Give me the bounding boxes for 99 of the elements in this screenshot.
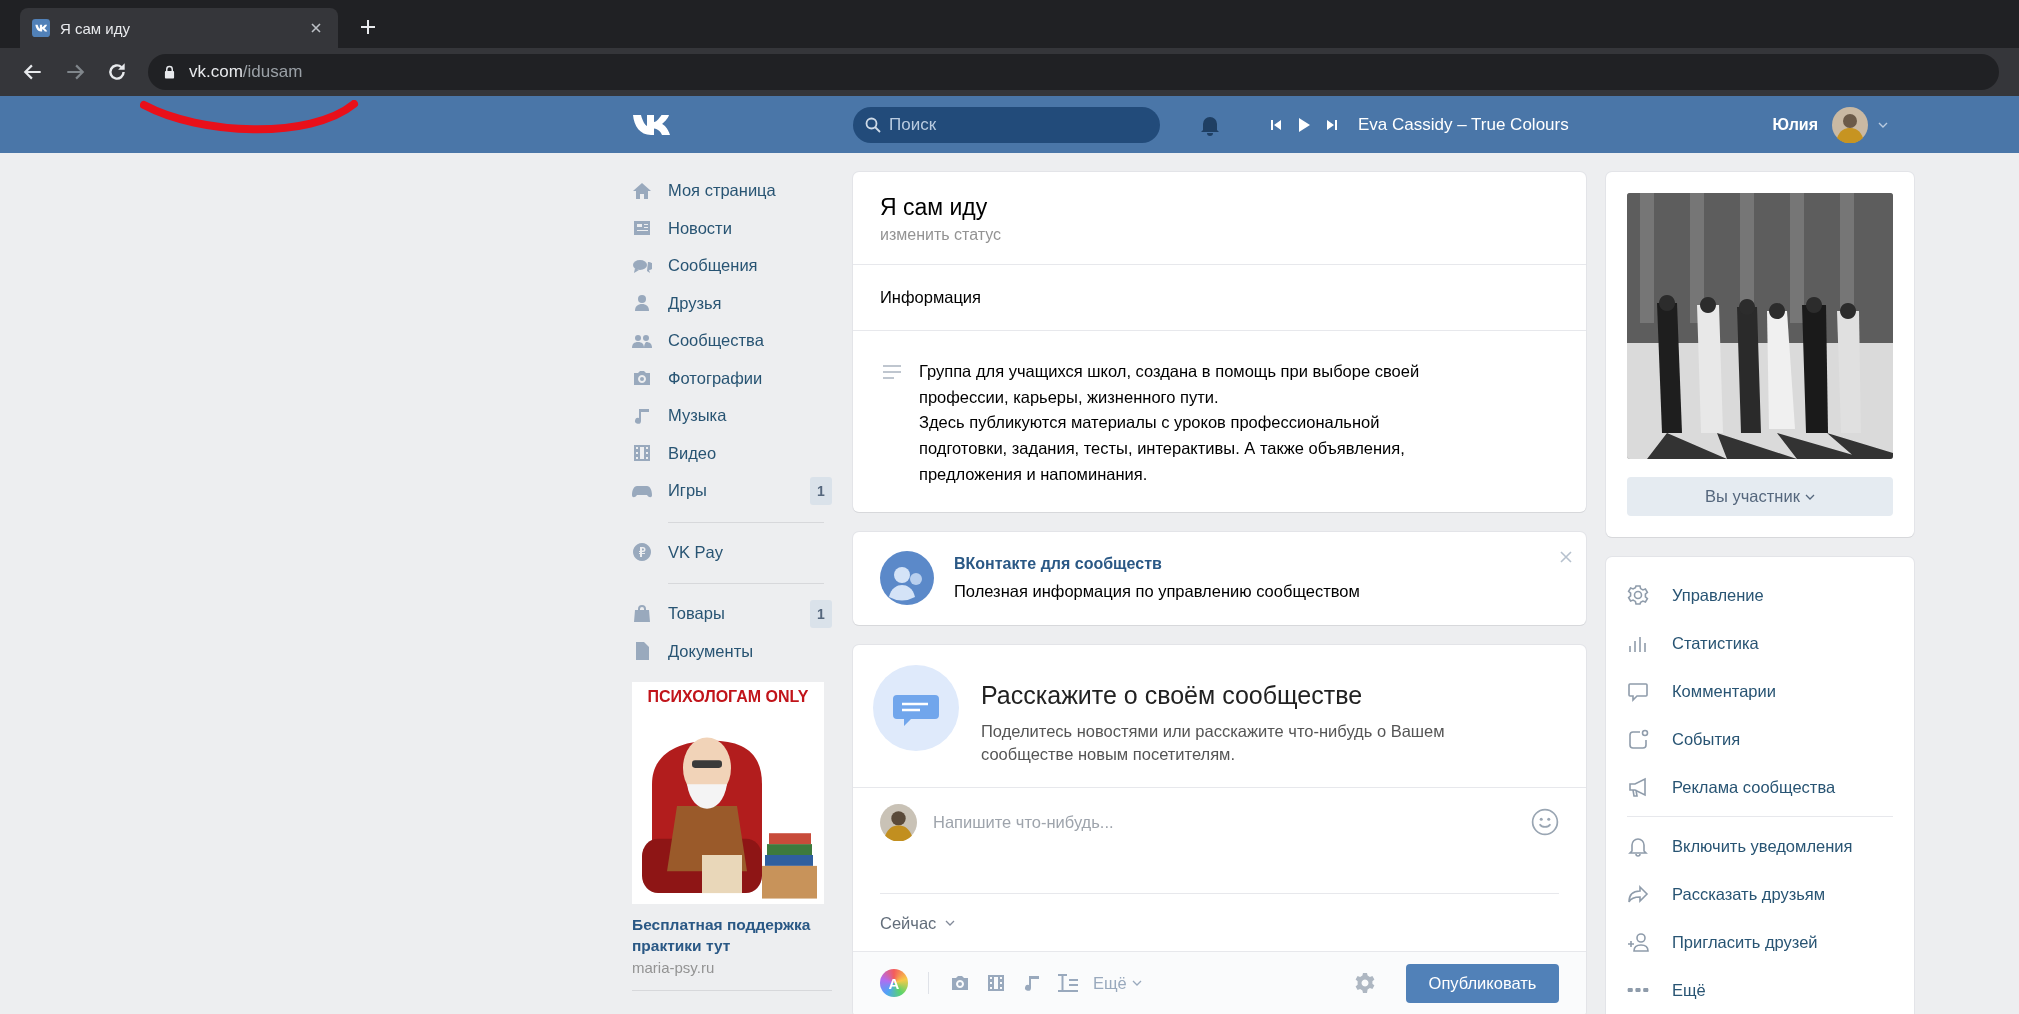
ad-title[interactable]: Бесплатная поддержка практики тут — [632, 914, 828, 956]
ruble-coin-icon — [632, 542, 652, 563]
add-person-icon — [1627, 931, 1649, 953]
browser-tab[interactable]: Я сам иду — [20, 8, 338, 48]
message-bubble-icon — [873, 664, 959, 751]
community-name: Я сам иду — [880, 193, 989, 222]
sidebar-item-label: Сообщества — [668, 331, 765, 351]
sidebar-item-label: Товары — [668, 604, 726, 624]
lock-icon — [164, 65, 175, 79]
count-badge: 1 — [810, 476, 832, 505]
sidebar-item-label: Документы — [668, 641, 755, 661]
sidebar-item-label: VK Pay — [668, 542, 725, 562]
person-icon — [632, 293, 652, 314]
sidebar-item-label: Моя страница — [668, 181, 777, 201]
action-menu-item[interactable]: Включить уведомления — [1627, 822, 1893, 870]
chevron-down-icon — [1804, 493, 1815, 500]
sidebar-item-label: Друзья — [668, 293, 723, 313]
action-menu-label: Ещё — [1672, 980, 1706, 1000]
sidebar-item-label: Видео — [668, 443, 718, 463]
sidebar-item[interactable]: Друзья — [632, 284, 832, 322]
track-title[interactable]: Eva Cassidy – True Colours — [1358, 114, 1569, 135]
play-icon[interactable] — [1298, 116, 1310, 133]
address-field[interactable]: vk.com/idusam — [148, 54, 1999, 90]
action-menu-item[interactable]: Реклама сообщества — [1627, 763, 1893, 811]
text-format-icon[interactable] — [1057, 973, 1079, 993]
action-menu-label: Рассказать друзьям — [1672, 884, 1826, 904]
sidebar-item-label: Новости — [668, 218, 733, 238]
previous-track-icon[interactable] — [1270, 118, 1282, 131]
action-menu-item[interactable]: Комментарии — [1627, 667, 1893, 715]
event-icon — [1627, 728, 1649, 750]
sidebar-item[interactable]: VK Pay — [632, 533, 832, 571]
community-description: Группа для учащихся школ, создана в помощь при выборе своей профессии, карьеры, жизненного пути. Здесь публикуются материалы с уроков профессиональной подготовки, задания, тесты, интерактивы. А также объявления, предложения и напоминания. — [919, 361, 1421, 485]
promo-text: Полезная информация по управлению сообществом — [954, 581, 1361, 601]
next-track-icon[interactable] — [1326, 118, 1338, 131]
sidebar-item[interactable]: Документы — [632, 632, 832, 670]
settings-icon — [1627, 584, 1649, 606]
new-tab-icon[interactable] — [360, 19, 376, 35]
count-badge: 1 — [810, 599, 832, 628]
action-menu-item[interactable]: Управление — [1627, 571, 1893, 619]
sidebar-item[interactable]: Игры 1 — [632, 472, 832, 510]
community-people-icon — [880, 550, 934, 605]
action-menu-label: Комментарии — [1672, 681, 1776, 701]
action-menu-label: Пригласить друзей — [1672, 932, 1818, 952]
action-menu-label: Реклама сообщества — [1672, 777, 1836, 797]
reload-icon[interactable] — [106, 61, 128, 83]
chevron-down-icon — [1131, 980, 1142, 986]
share-arrow-icon — [1627, 883, 1649, 905]
chevron-down-icon — [945, 920, 956, 926]
composer-title: Расскажите о своём сообществе — [981, 680, 1364, 710]
bell-icon — [1627, 835, 1649, 857]
action-menu-item[interactable]: Пригласить друзей — [1627, 918, 1893, 966]
tab-title: Я сам иду — [60, 19, 131, 37]
sidebar-item-label: Игры — [668, 481, 708, 501]
film-icon[interactable] — [985, 973, 1007, 993]
shopping-bag-icon — [632, 603, 652, 624]
user-avatar[interactable] — [1832, 106, 1868, 143]
action-menu-item[interactable]: Статистика — [1627, 619, 1893, 667]
sidebar-item[interactable]: Сообщества — [632, 322, 832, 360]
action-menu-label: Статистика — [1672, 633, 1759, 653]
sidebar-item-label: Музыка — [668, 406, 728, 426]
megaphone-icon — [1627, 776, 1649, 798]
action-menu-label: Включить уведомления — [1672, 836, 1853, 856]
search-icon — [865, 116, 881, 133]
user-name[interactable]: Юлия — [1772, 115, 1818, 134]
membership-dropdown-button[interactable]: Вы участник — [1627, 477, 1893, 516]
camera-icon[interactable] — [949, 973, 971, 993]
search-field[interactable]: Поиск — [853, 106, 1160, 143]
film-icon — [632, 443, 652, 464]
speech-bubble-icon — [1627, 680, 1649, 702]
sidebar-item-label: Сообщения — [668, 256, 759, 276]
sidebar-item[interactable]: Новости — [632, 209, 832, 247]
publish-time-dropdown[interactable]: Сейчас — [880, 913, 956, 933]
smiley-icon[interactable] — [1531, 808, 1559, 836]
composer-hint: Поделитесь новостями или расскажите что-нибудь о Вашем сообществе новым посетителям. — [981, 720, 1446, 765]
settings-icon[interactable] — [1354, 972, 1376, 994]
chevron-down-icon[interactable] — [1878, 121, 1888, 128]
action-menu-item[interactable]: События — [1627, 715, 1893, 763]
sidebar-item[interactable]: Товары 1 — [632, 595, 832, 633]
promo-title[interactable]: ВКонтакте для сообществ — [954, 554, 1560, 573]
action-menu-item[interactable]: Рассказать друзьям — [1627, 870, 1893, 918]
action-menu-label: События — [1672, 729, 1741, 749]
sidebar-item[interactable]: Сообщения — [632, 247, 832, 285]
description-lines-icon — [883, 365, 901, 379]
close-icon[interactable] — [310, 22, 322, 34]
sidebar-item[interactable]: Видео — [632, 434, 832, 472]
action-menu-item[interactable]: Ещё — [1627, 966, 1893, 1014]
user-avatar — [880, 803, 917, 841]
publish-button[interactable]: Опубликовать — [1406, 963, 1559, 1003]
url-text: vk.com/idusam — [189, 62, 303, 82]
ad-banner-text: ПСИХОЛОГАМ ONLY — [647, 687, 809, 707]
sidebar-item-label: Фотографии — [668, 368, 764, 388]
sidebar-item[interactable]: Фотографии — [632, 359, 832, 397]
sidebar-item[interactable]: Музыка — [632, 397, 832, 435]
action-menu-label: Управление — [1672, 585, 1764, 605]
vk-logo-icon — [32, 19, 50, 37]
home-icon — [632, 180, 652, 201]
more-dots-icon — [1627, 988, 1649, 992]
section-heading: Информация — [880, 288, 982, 307]
sidebar-item[interactable]: Моя страница — [632, 172, 832, 210]
